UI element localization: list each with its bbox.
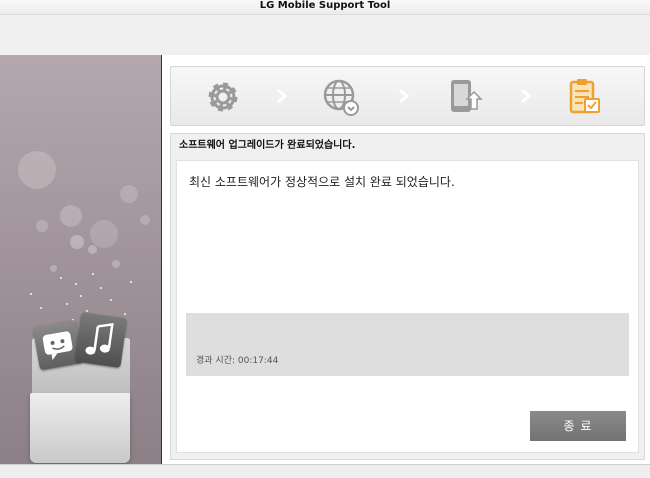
status-header: 소프트웨어 업그레이드가 완료되었습니다. bbox=[179, 140, 356, 151]
elapsed-time-box: 경과 시간: 00:17:44 bbox=[186, 313, 629, 376]
chat-card-icon bbox=[32, 319, 84, 371]
chevron-right-icon bbox=[277, 88, 288, 104]
phone-upload-icon bbox=[451, 80, 483, 112]
chevron-right-icon bbox=[399, 88, 410, 104]
status-message: 최신 소프트웨어가 정상적으로 설치 완료 되었습니다. bbox=[189, 175, 455, 189]
message-box: 최신 소프트웨어가 정상적으로 설치 완료 되었습니다. 경과 시간: 00:1… bbox=[176, 160, 639, 453]
left-decoration-panel bbox=[0, 55, 162, 464]
folder-icon bbox=[30, 393, 130, 463]
globe-download-icon bbox=[323, 79, 359, 116]
status-bar bbox=[0, 464, 650, 478]
main-panel: 소프트웨어 업그레이드가 완료되었습니다. 최신 소프트웨어가 정상적으로 설치… bbox=[162, 55, 650, 464]
chevron-right-icon bbox=[521, 88, 532, 104]
music-card-icon bbox=[74, 312, 128, 368]
clipboard-check-icon bbox=[569, 79, 600, 114]
elapsed-time-label: 경과 시간: 00:17:44 bbox=[196, 356, 279, 366]
progress-steps bbox=[170, 66, 645, 126]
window-title: LG Mobile Support Tool bbox=[0, 0, 650, 14]
finish-button[interactable]: 종 료 bbox=[530, 411, 626, 441]
gear-icon bbox=[208, 82, 238, 112]
menu-bar bbox=[0, 14, 650, 56]
